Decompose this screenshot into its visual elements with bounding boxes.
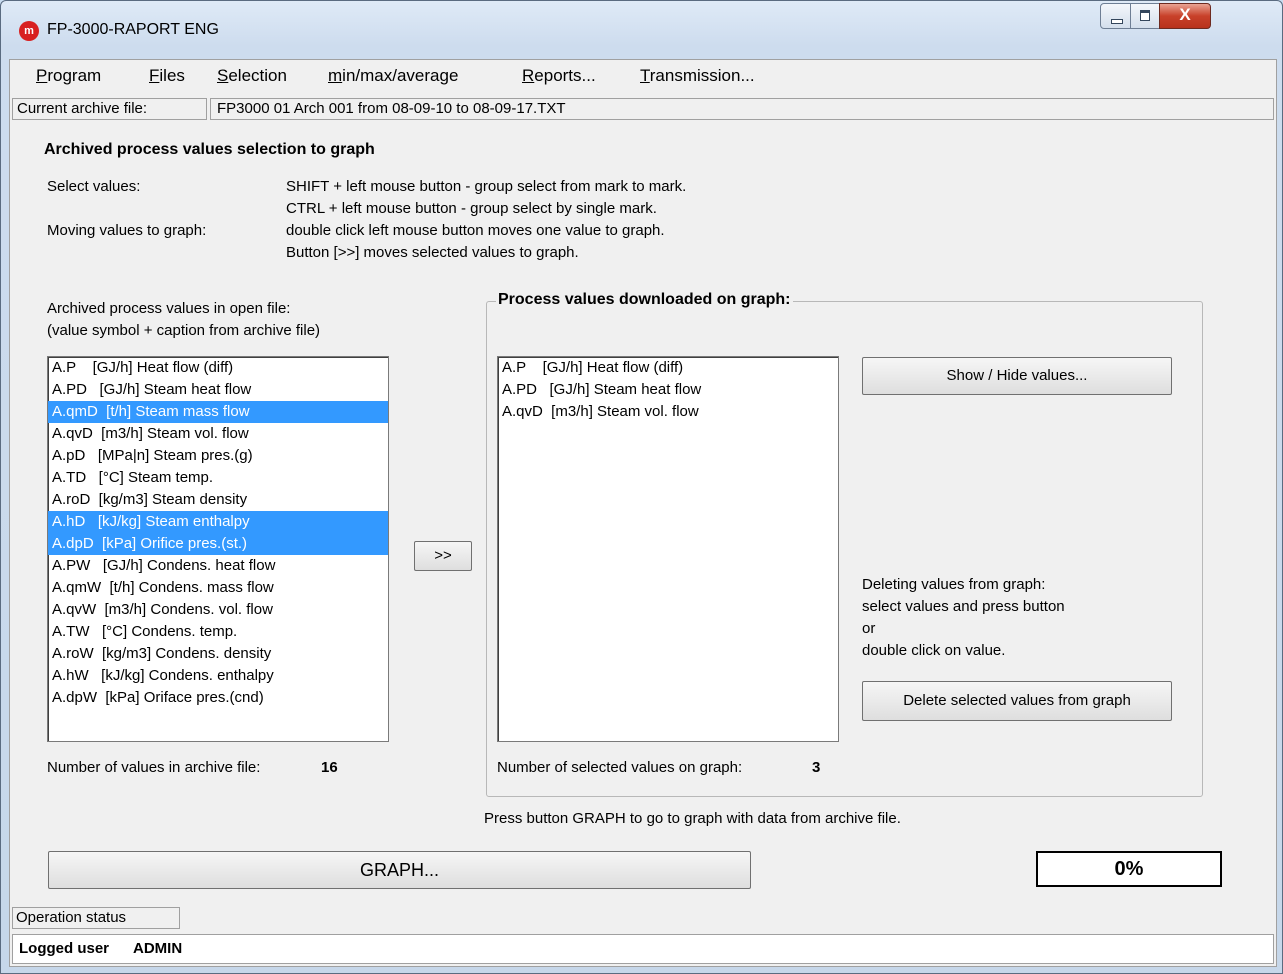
archive-count-label: Number of values in archive file: [47,759,261,776]
select-instruction-1: SHIFT + left mouse button - group select… [286,178,687,195]
delete-help-2: select values and press button [862,598,1065,615]
menu-mnemonic: m [328,66,343,85]
graph-hint-text: Press button GRAPH to go to graph with d… [484,810,901,827]
menu-label-rest: rogram [47,66,102,85]
archived-values-caption-2: (value symbol + caption from archive fil… [47,322,321,339]
close-button[interactable]: X [1159,3,1211,29]
archived-values-list[interactable]: A.P [GJ/h] Heat flow (diff) A.PD [GJ/h] S… [47,356,389,742]
logged-user-value: ADMIN [133,940,183,957]
minimize-button[interactable] [1100,3,1131,29]
progress-percent: 0% [1036,851,1222,887]
list-item[interactable]: A.P [GJ/h] Heat flow (diff) [48,357,388,379]
application-window: m FP-3000-RAPORT ENG X Program Files Sel… [0,0,1283,974]
menu-selection[interactable]: Selection [217,66,287,86]
list-item[interactable]: A.TD [°C] Steam temp. [48,467,388,489]
maximize-button[interactable] [1130,3,1160,29]
list-item[interactable]: A.qvD [m3/h] Steam vol. flow [48,423,388,445]
menu-min-max-average[interactable]: min/max/average [328,66,458,86]
menu-reports[interactable]: Reports... [522,66,596,86]
menu-label-rest: election [228,66,287,85]
list-item[interactable]: A.qmW [t/h] Condens. mass flow [48,577,388,599]
logged-user-bar: Logged user ADMIN [12,934,1274,964]
list-item[interactable]: A.PD [GJ/h] Steam heat flow [498,379,838,401]
delete-help-3: or [862,620,876,637]
archived-values-caption-1: Archived process values in open file: [47,300,291,317]
close-icon: X [1179,5,1191,24]
list-item[interactable]: A.roW [kg/m3] Condens. density [48,643,388,665]
menu-label-rest: ransmission... [649,66,755,85]
app-icon[interactable]: m [19,21,39,41]
list-item[interactable]: A.dpW [kPa] Oriface pres.(cnd) [48,687,388,709]
graph-button[interactable]: GRAPH... [48,851,751,889]
menu-label-rest: eports... [534,66,596,85]
delete-selected-values-button[interactable]: Delete selected values from graph [862,681,1172,721]
move-to-graph-button[interactable]: >> [414,541,472,571]
moving-instruction-1: double click left mouse button moves one… [286,222,665,239]
operation-status: Operation status [12,907,180,929]
list-item[interactable]: A.roD [kg/m3] Steam density [48,489,388,511]
logged-user-label: Logged user [19,940,110,957]
list-item[interactable]: A.qmD [t/h] Steam mass flow [48,401,388,423]
list-item[interactable]: A.PW [GJ/h] Condens. heat flow [48,555,388,577]
menu-program[interactable]: Program [36,66,101,86]
archive-file-value: FP3000 01 Arch 001 from 08-09-10 to 08-0… [210,98,1274,120]
moving-values-label: Moving values to graph: [47,222,207,239]
menu-mnemonic: F [149,66,160,85]
graph-count-value: 3 [812,759,821,776]
menu-mnemonic: T [640,66,650,85]
graph-values-list[interactable]: A.P [GJ/h] Heat flow (diff) A.PD [GJ/h] S… [497,356,839,742]
archive-file-bar: Current archive file: FP3000 01 Arch 001… [12,98,1274,120]
list-item[interactable]: A.dpD [kPa] Orifice pres.(st.) [48,533,388,555]
menu-mnemonic: P [36,66,48,85]
title-bar[interactable]: m FP-3000-RAPORT ENG X [1,1,1282,51]
instructions-heading: Archived process values selection to gra… [44,141,375,158]
menu-files[interactable]: Files [149,66,185,86]
graph-count-label: Number of selected values on graph: [497,759,743,776]
show-hide-values-button[interactable]: Show / Hide values... [862,357,1172,395]
moving-instruction-2: Button [>>] moves selected values to gra… [286,244,579,261]
archive-file-label: Current archive file: [12,98,207,120]
list-item[interactable]: A.TW [°C] Condens. temp. [48,621,388,643]
delete-help-1: Deleting values from graph: [862,576,1046,593]
status-bar: Operation status [10,905,1276,931]
window-title: FP-3000-RAPORT ENG [47,21,219,38]
list-item[interactable]: A.PD [GJ/h] Steam heat flow [48,379,388,401]
client-area: Program Files Selection min/max/average … [9,59,1277,967]
select-values-label: Select values: [47,178,141,195]
menu-label-rest: iles [159,66,185,85]
list-item[interactable]: A.hW [kJ/kg] Condens. enthalpy [48,665,388,687]
menu-label-rest: in/max/average [342,66,459,85]
list-item[interactable]: A.P [GJ/h] Heat flow (diff) [498,357,838,379]
list-item[interactable]: A.qvD [m3/h] Steam vol. flow [498,401,838,423]
list-item[interactable]: A.pD [MPa|n] Steam pres.(g) [48,445,388,467]
graph-values-group-title: Process values downloaded on graph: [496,291,793,309]
list-item[interactable]: A.qvW [m3/h] Condens. vol. flow [48,599,388,621]
menu-mnemonic: R [522,66,535,85]
menu-mnemonic: S [217,66,229,85]
menu-bar: Program Files Selection min/max/average … [10,60,1276,90]
archive-count-value: 16 [321,759,338,776]
select-instruction-2: CTRL + left mouse button - group select … [286,200,657,217]
delete-help-4: double click on value. [862,642,1006,659]
menu-transmission[interactable]: Transmission... [640,66,755,86]
list-item[interactable]: A.hD [kJ/kg] Steam enthalpy [48,511,388,533]
